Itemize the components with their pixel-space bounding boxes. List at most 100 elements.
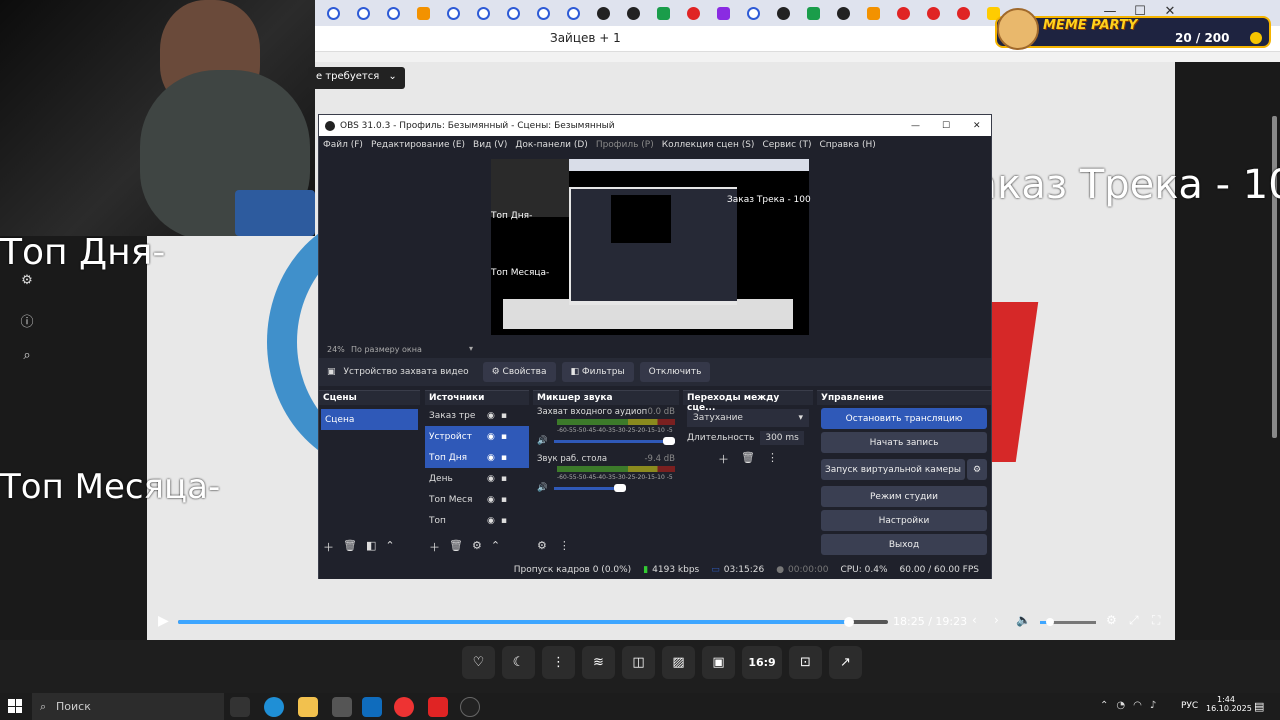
aspect-ratio-button[interactable]: 16:9 <box>742 646 782 679</box>
up-arrow-icon[interactable]: ⌃ <box>385 539 394 555</box>
menu-profile[interactable]: Профиль (P) <box>596 140 654 150</box>
split-icon[interactable]: ◫ <box>622 646 655 679</box>
browser-tab[interactable] <box>441 2 465 24</box>
stop-stream-button[interactable]: Остановить трансляцию <box>821 408 987 429</box>
network-icon[interactable]: ◔ <box>1116 700 1125 711</box>
obs-preview[interactable]: Топ Дня- Топ Месяца- Заказ Трека - 100 <box>319 153 991 345</box>
menu-help[interactable]: Справка (H) <box>819 140 875 150</box>
progress-bar[interactable] <box>178 620 888 624</box>
up-arrow-icon[interactable]: ⌃ <box>491 539 500 555</box>
edge-icon[interactable] <box>264 697 284 717</box>
clock[interactable]: 1:44 16.10.2025 <box>1206 695 1252 713</box>
trash-icon[interactable]: 🗑 <box>343 539 357 555</box>
chevron-down-icon[interactable]: ▾ <box>469 344 473 353</box>
outlook-icon[interactable] <box>362 697 382 717</box>
browser-tab[interactable] <box>801 2 825 24</box>
duration-input[interactable]: 300 ms <box>760 431 804 445</box>
info-icon[interactable]: ⓘ <box>18 311 36 330</box>
eye-icon[interactable]: ◉ <box>487 411 495 421</box>
lock-icon[interactable]: ▪ <box>501 411 507 421</box>
eye-icon[interactable]: ◉ <box>487 432 495 442</box>
add-icon[interactable]: ＋ <box>718 451 729 467</box>
browser-tab[interactable] <box>501 2 525 24</box>
browser-tab[interactable] <box>921 2 945 24</box>
settings-gear-icon[interactable]: ⚙ <box>1106 613 1117 627</box>
search-input[interactable]: ⌕ Поиск <box>32 693 224 720</box>
trash-icon[interactable]: 🗑 <box>741 451 755 467</box>
grid-icon[interactable]: ⋮ <box>542 646 575 679</box>
lock-icon[interactable]: ▪ <box>501 495 507 505</box>
volume-slider[interactable] <box>553 436 675 445</box>
play-icon[interactable]: ▶ <box>158 613 169 629</box>
browser-tab[interactable] <box>471 2 495 24</box>
disable-button[interactable]: Отключить <box>639 362 711 382</box>
more-icon[interactable]: ⋮ <box>559 539 570 552</box>
lock-icon[interactable]: ▪ <box>501 516 507 526</box>
picture-icon[interactable]: ▨ <box>662 646 695 679</box>
browser-tab[interactable] <box>951 2 975 24</box>
lock-icon[interactable]: ▪ <box>501 432 507 442</box>
volume-handle[interactable] <box>1046 618 1054 626</box>
gear-icon[interactable]: ⚙ <box>967 459 987 480</box>
yandex-browser-icon[interactable] <box>394 697 414 717</box>
volume-icon[interactable]: 🔈 <box>1016 613 1031 627</box>
obs-maximize-icon[interactable]: ☐ <box>942 121 950 131</box>
external-link-icon[interactable]: ↗ <box>829 646 862 679</box>
notifications-icon[interactable]: ▤ <box>1254 700 1264 713</box>
eye-icon[interactable]: ◉ <box>487 453 495 463</box>
browser-tab[interactable] <box>561 2 585 24</box>
browser-tab[interactable] <box>411 2 435 24</box>
windows-start-icon[interactable] <box>8 699 22 713</box>
add-icon[interactable]: ＋ <box>323 539 334 555</box>
source-item[interactable]: Топ Меся ◉ ▪ <box>425 489 529 510</box>
menu-scene-collection[interactable]: Коллекция сцен (S) <box>662 140 755 150</box>
scene-item[interactable]: Сцена <box>321 409 418 430</box>
menu-tools[interactable]: Сервис (T) <box>762 140 811 150</box>
wifi-icon[interactable]: ◠ <box>1133 700 1142 711</box>
search-icon[interactable]: ⌕ <box>18 348 36 366</box>
fullscreen-icon[interactable]: ⛶ <box>1152 613 1160 628</box>
like-icon[interactable]: ♡ <box>462 646 495 679</box>
advanced-audio-icon[interactable]: ⚙ <box>537 539 547 552</box>
browser-tab[interactable] <box>711 2 735 24</box>
menu-file[interactable]: Файл (F) <box>323 140 363 150</box>
audio-wave-icon[interactable]: ≋ <box>582 646 615 679</box>
preview-fit-select[interactable]: По размеру окна <box>351 345 422 354</box>
browser-tab[interactable] <box>621 2 645 24</box>
properties-button[interactable]: ⚙ Свойства <box>482 362 556 382</box>
browser-tab[interactable] <box>651 2 675 24</box>
eye-icon[interactable]: ◉ <box>487 516 495 526</box>
browser-tab[interactable] <box>321 2 345 24</box>
browser-tab[interactable] <box>381 2 405 24</box>
task-view-icon[interactable] <box>230 697 250 717</box>
eye-icon[interactable]: ◉ <box>487 495 495 505</box>
settings-gear-icon[interactable]: ⚙ <box>18 273 36 291</box>
browser-tab[interactable] <box>531 2 555 24</box>
source-item[interactable]: Топ Дня ◉ ▪ <box>425 447 529 468</box>
volume-slider[interactable] <box>553 483 626 492</box>
virtual-cam-button[interactable]: Запуск виртуальной камеры <box>821 459 965 480</box>
menu-view[interactable]: Вид (V) <box>473 140 507 150</box>
settings-button[interactable]: Настройки <box>821 510 987 531</box>
focus-icon[interactable]: ⊡ <box>789 646 822 679</box>
menu-edit[interactable]: Редактирование (E) <box>371 140 465 150</box>
prev-icon[interactable]: ‹ <box>972 613 977 627</box>
filters-button[interactable]: ◧ Фильтры <box>561 362 634 382</box>
next-icon[interactable]: › <box>994 613 999 627</box>
speaker-icon[interactable]: ♪ <box>1150 700 1156 711</box>
store-icon[interactable] <box>332 697 352 717</box>
browser-tab[interactable] <box>891 2 915 24</box>
night-mode-icon[interactable]: ☾ <box>502 646 535 679</box>
source-item[interactable]: Заказ тре ◉ ▪ <box>425 405 529 426</box>
lock-icon[interactable]: ▪ <box>501 474 507 484</box>
browser-tab[interactable] <box>861 2 885 24</box>
popout-icon[interactable]: ⤢ <box>1129 613 1139 628</box>
browser-tab[interactable] <box>591 2 615 24</box>
obs-taskbar-icon[interactable] <box>460 697 480 717</box>
language-indicator[interactable]: РУС <box>1181 701 1198 711</box>
lock-icon[interactable]: ▪ <box>501 453 507 463</box>
start-record-button[interactable]: Начать запись <box>821 432 987 453</box>
yandex-icon[interactable] <box>428 697 448 717</box>
browser-tab[interactable] <box>681 2 705 24</box>
browser-tab[interactable] <box>741 2 765 24</box>
